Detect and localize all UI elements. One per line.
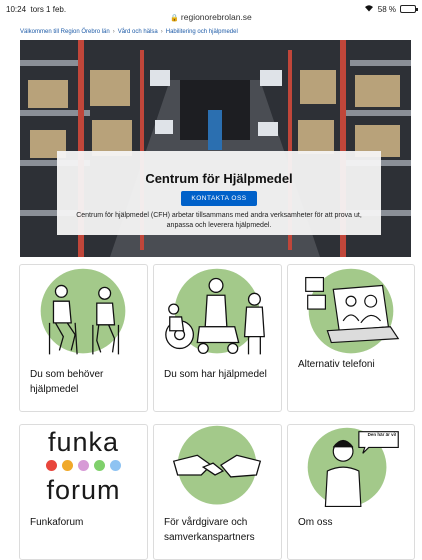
laptop-video-call-illustration — [305, 268, 400, 354]
handshake-illustration — [172, 425, 262, 505]
people-with-aids-illustration — [165, 268, 265, 355]
logo-dot — [78, 460, 89, 471]
url-text: regionorebrolan.se — [180, 12, 252, 22]
card-label: Du som har hjälpmedel — [164, 369, 267, 380]
card-label: Alternativ telefoni — [298, 359, 375, 370]
breadcrumb: Välkommen till Region Örebro län › Vård oc… — [20, 29, 238, 35]
card-alt-telephony[interactable]: Alternativ telefoni — [287, 264, 415, 412]
card-label: Funkaforum — [30, 517, 84, 528]
card-need-aids[interactable]: Du som behöver hjälpmedel — [19, 264, 148, 412]
card-care-providers[interactable]: För vårdgivare och samverkanspartners — [153, 424, 282, 560]
hero-description: Centrum för hjälpmedel (CFH) arbetar til… — [76, 212, 362, 229]
people-sitting-illustration — [40, 268, 126, 355]
card-about-us[interactable]: Den här är vi! Om oss — [287, 424, 415, 560]
hero-banner: Centrum för Hjälpmedel KONTAKTA OSS Cent… — [20, 40, 411, 257]
hero-card: Centrum för Hjälpmedel KONTAKTA OSS Cent… — [57, 151, 381, 235]
page-title: Centrum för Hjälpmedel — [145, 171, 293, 186]
breadcrumb-separator: › — [160, 29, 163, 35]
logo-dot — [94, 460, 105, 471]
card-label: För vårdgivare och samverkanspartners — [164, 517, 255, 543]
staff-person-illustration — [307, 427, 399, 508]
breadcrumb-item-home[interactable]: Välkommen till Region Örebro län — [20, 29, 110, 35]
breadcrumb-separator: › — [112, 29, 115, 35]
logo-dot — [46, 460, 57, 471]
speech-bubble-text: Den här är vi! — [367, 432, 397, 437]
logo-dot — [110, 460, 121, 471]
logo-forum-text: forum — [46, 475, 121, 505]
card-label: Du som behöver hjälpmedel — [30, 369, 104, 395]
logo-dots — [20, 460, 147, 471]
logo-dot — [62, 460, 73, 471]
url-bar[interactable]: 🔒 regionorebrolan.se — [0, 12, 422, 22]
contact-button[interactable]: KONTAKTA OSS — [181, 191, 257, 206]
lock-icon: 🔒 — [170, 15, 179, 22]
card-label: Om oss — [298, 517, 333, 528]
card-funkaforum[interactable]: funka forum Funkaforum — [19, 424, 148, 560]
card-have-aids[interactable]: Du som har hjälpmedel — [153, 264, 282, 412]
breadcrumb-item-current[interactable]: Habilitering och hjälpmedel — [166, 29, 238, 35]
breadcrumb-item-vard[interactable]: Vård och hälsa — [118, 29, 158, 35]
logo-funka-text: funka — [47, 427, 120, 457]
